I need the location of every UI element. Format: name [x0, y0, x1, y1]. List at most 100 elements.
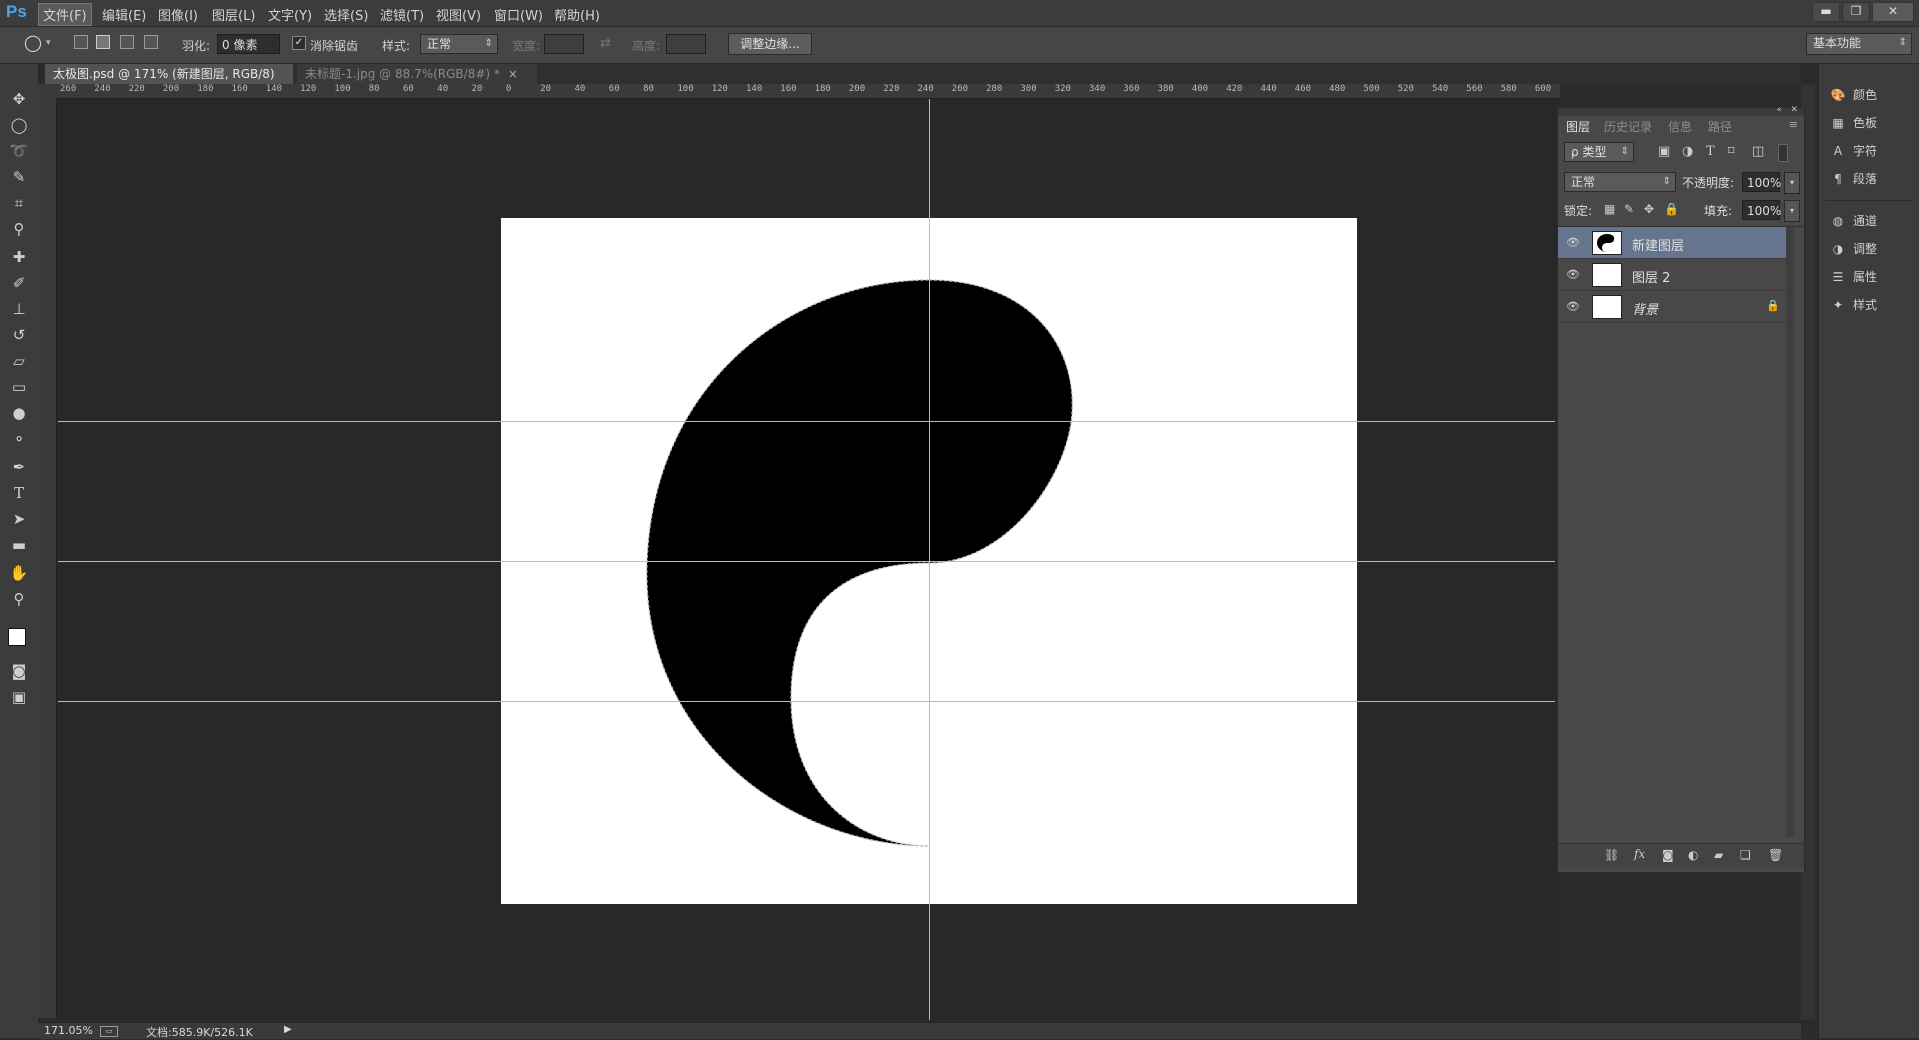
shape-filter-icon[interactable]: ⌑: [1728, 144, 1735, 159]
tab-untitled[interactable]: 未标题-1.jpg @ 88.7%(RGB/8#) * ×: [297, 64, 537, 84]
horizontal-ruler[interactable]: 260 240 220 200 180 160 140 120 100 80 60 40 20 0 20 40…: [58, 84, 1560, 99]
close-icon[interactable]: ×: [508, 67, 518, 81]
ruler-origin[interactable]: [38, 84, 58, 98]
pen-tool-icon[interactable]: ✒: [6, 456, 32, 478]
lock-all-icon[interactable]: 🔒: [1664, 202, 1679, 216]
menu-file[interactable]: 文件(F): [38, 3, 92, 26]
ellipse-marquee-tool-icon[interactable]: ◯: [6, 114, 32, 136]
guide-horizontal[interactable]: [58, 701, 1555, 702]
filter-toggle[interactable]: [1778, 144, 1788, 162]
move-tool-icon[interactable]: ✥: [6, 88, 32, 110]
fill-dropdown[interactable]: ▾: [1784, 200, 1800, 222]
brush-tool-icon[interactable]: ✐: [6, 272, 32, 294]
screen-mode-icon[interactable]: ▣: [6, 686, 32, 708]
subtract-selection-icon[interactable]: [120, 35, 134, 49]
ellipse-marquee-icon[interactable]: ◯: [22, 33, 44, 55]
path-select-tool-icon[interactable]: ➤: [6, 508, 32, 530]
status-menu-arrow-icon[interactable]: ▶: [284, 1024, 292, 1035]
blur-tool-icon[interactable]: ●: [6, 402, 32, 424]
intersect-selection-icon[interactable]: [144, 35, 158, 49]
lock-paint-icon[interactable]: ✎: [1624, 202, 1634, 216]
zoom-tool-icon[interactable]: ⚲: [6, 588, 32, 610]
dock-adjustments[interactable]: ◑ 调整: [1829, 238, 1909, 260]
workspace-select[interactable]: 基本功能: [1806, 33, 1912, 55]
close-button[interactable]: ✕: [1872, 2, 1914, 22]
menu-edit[interactable]: 编辑(E): [98, 4, 150, 25]
dodge-tool-icon[interactable]: ⚬: [6, 428, 32, 450]
image-filter-icon[interactable]: ▣: [1658, 144, 1670, 159]
zoom-level[interactable]: 171.05%: [44, 1024, 93, 1037]
tab-history[interactable]: 历史记录: [1604, 118, 1652, 135]
fill-input[interactable]: 100%: [1742, 200, 1781, 220]
layer-row[interactable]: 👁 新建图层: [1558, 227, 1786, 259]
layer-row[interactable]: 👁 背景 🔒: [1558, 291, 1786, 323]
quick-select-tool-icon[interactable]: ✎: [6, 166, 32, 188]
close-icon[interactable]: ✕: [1790, 105, 1798, 115]
dock-color[interactable]: 🎨 颜色: [1829, 84, 1909, 106]
menu-image[interactable]: 图像(I): [154, 4, 202, 25]
adjustment-icon[interactable]: ◐: [1688, 848, 1698, 862]
type-filter-icon[interactable]: T: [1706, 144, 1715, 159]
new-layer-icon[interactable]: ❏: [1740, 848, 1751, 862]
panel-menu-icon[interactable]: ≡: [1789, 118, 1798, 131]
blend-mode-select[interactable]: 正常: [1564, 172, 1676, 192]
fx-icon[interactable]: fx: [1634, 847, 1645, 861]
healing-brush-tool-icon[interactable]: ✚: [6, 246, 32, 268]
layer-name[interactable]: 新建图层: [1632, 235, 1684, 254]
history-brush-tool-icon[interactable]: ↺: [6, 324, 32, 346]
eraser-tool-icon[interactable]: ▱: [6, 350, 32, 372]
height-input[interactable]: [666, 34, 706, 54]
dock-channels[interactable]: ◍ 通道: [1829, 210, 1909, 232]
lasso-tool-icon[interactable]: ➰: [6, 140, 32, 162]
type-tool-icon[interactable]: T: [6, 482, 32, 504]
tool-preset-arrow-icon[interactable]: ▾: [46, 38, 51, 48]
refine-edge-button[interactable]: 调整边缘...: [728, 33, 812, 55]
clone-stamp-tool-icon[interactable]: ⊥: [6, 298, 32, 320]
antialias-checkbox[interactable]: ✓: [292, 36, 306, 50]
crop-tool-icon[interactable]: ⌗: [6, 192, 32, 214]
new-selection-icon[interactable]: [74, 35, 88, 49]
menu-view[interactable]: 视图(V): [432, 4, 485, 25]
collapse-icon[interactable]: «: [1776, 105, 1782, 115]
vertical-ruler[interactable]: [38, 98, 57, 1018]
gradient-tool-icon[interactable]: ▭: [6, 376, 32, 398]
menu-select[interactable]: 选择(S): [320, 4, 372, 25]
layers-scrollbar[interactable]: [1786, 227, 1794, 837]
rectangle-tool-icon[interactable]: ▬: [6, 534, 32, 556]
eye-icon[interactable]: 👁: [1566, 300, 1580, 313]
folder-icon[interactable]: ▰: [1714, 848, 1723, 862]
menu-layer[interactable]: 图层(L): [208, 4, 259, 25]
opacity-input[interactable]: 100%: [1742, 172, 1781, 192]
minimize-button[interactable]: ▬: [1812, 2, 1840, 22]
style-select[interactable]: 正常: [420, 34, 498, 54]
guide-horizontal[interactable]: [58, 421, 1555, 422]
feather-input[interactable]: 0 像素: [217, 34, 280, 54]
opacity-dropdown[interactable]: ▾: [1784, 172, 1800, 194]
dock-character[interactable]: A 字符: [1829, 140, 1909, 162]
menu-type[interactable]: 文字(Y): [264, 4, 316, 25]
hand-tool-icon[interactable]: ✋: [6, 562, 32, 584]
smart-object-filter-icon[interactable]: ◫: [1752, 144, 1764, 159]
link-icon[interactable]: ⛓: [1604, 848, 1619, 862]
layer-row[interactable]: 👁 图层 2: [1558, 259, 1786, 291]
menu-filter[interactable]: 滤镜(T): [376, 4, 428, 25]
dock-swatches[interactable]: ▦ 色板: [1829, 112, 1909, 134]
lock-transparent-icon[interactable]: ▦: [1604, 202, 1615, 216]
tab-paths[interactable]: 路径: [1708, 118, 1732, 135]
dock-styles[interactable]: ✦ 样式: [1829, 294, 1909, 316]
dock-paragraph[interactable]: ¶ 段落: [1829, 168, 1909, 190]
add-selection-icon[interactable]: [96, 35, 110, 49]
dock-properties[interactable]: ☰ 属性: [1829, 266, 1909, 288]
quick-mask-icon[interactable]: ◙: [6, 660, 32, 682]
tab-taiji[interactable]: 太极图.psd @ 171% (新建图层, RGB/8) *×: [45, 64, 293, 101]
adjustment-filter-icon[interactable]: ◑: [1682, 144, 1693, 159]
trash-icon[interactable]: 🗑: [1768, 848, 1783, 862]
layer-name[interactable]: 背景: [1632, 299, 1658, 318]
menu-window[interactable]: 窗口(W): [490, 4, 547, 25]
foreground-color-swatch[interactable]: [8, 628, 26, 646]
swap-icon[interactable]: ⇄: [600, 36, 611, 51]
eye-icon[interactable]: 👁: [1566, 236, 1580, 249]
restore-button[interactable]: ❐: [1842, 2, 1870, 22]
guide-horizontal[interactable]: [58, 561, 1555, 562]
eyedropper-tool-icon[interactable]: ⚲: [6, 218, 32, 240]
